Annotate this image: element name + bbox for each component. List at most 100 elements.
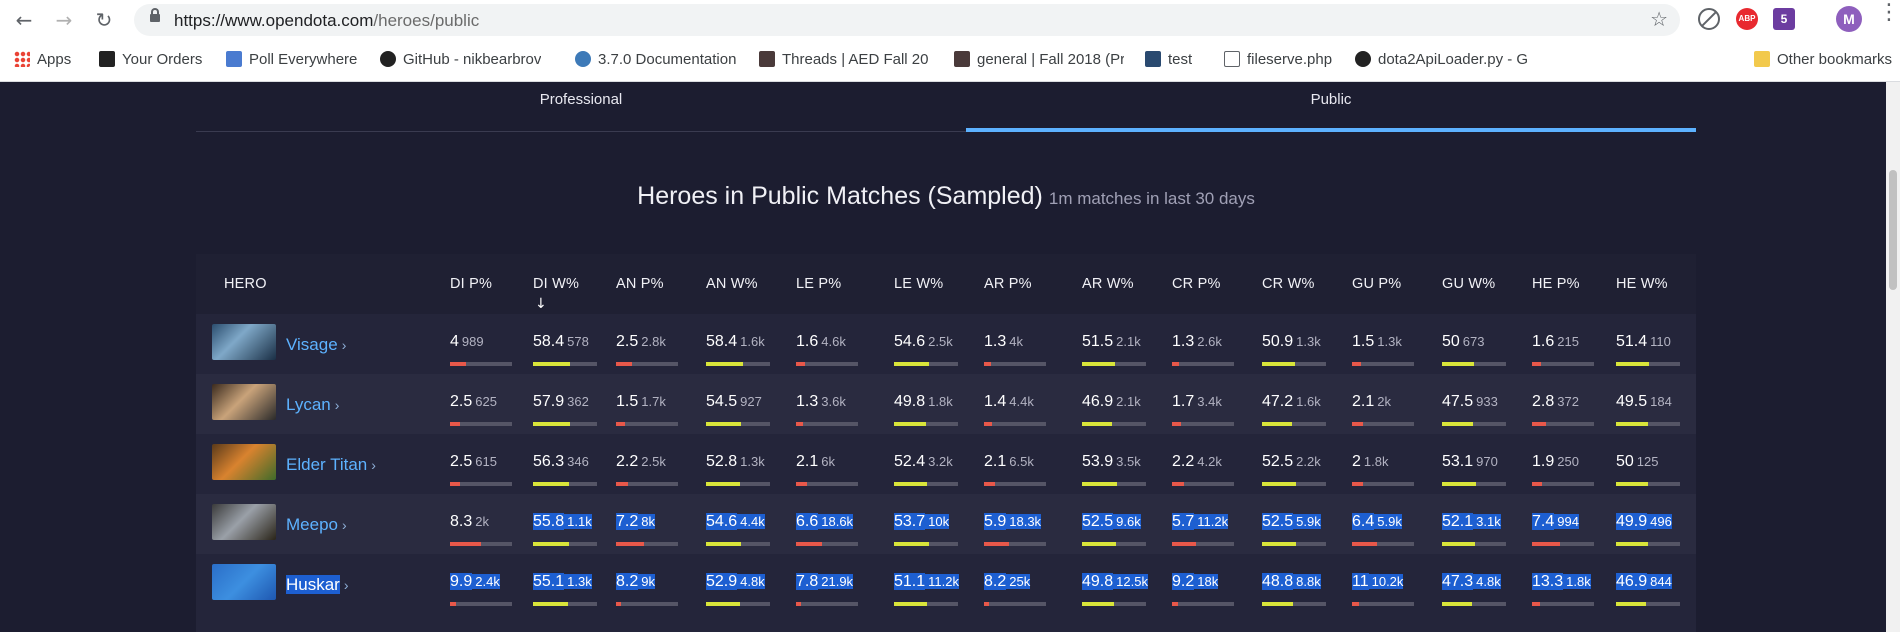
column-header[interactable]: GU P% — [1352, 276, 1401, 292]
column-header[interactable]: CR W% — [1262, 276, 1315, 292]
column-header[interactable]: DI W% — [533, 276, 579, 292]
tab-professional[interactable]: Professional — [196, 82, 966, 132]
column-header[interactable]: AR P% — [984, 276, 1032, 292]
column-header[interactable]: HE P% — [1532, 276, 1580, 292]
stat-value: 50.9 — [1262, 333, 1294, 350]
bookmark-item[interactable]: Other bookmarks — [1754, 51, 1892, 71]
bookmark-star-icon[interactable]: ☆ — [1650, 7, 1668, 31]
html5-icon[interactable]: 5 — [1773, 8, 1795, 30]
table-row[interactable]: Visage › 4 989 58.4 578 2.5 2.8k 58.4 1.6k 1.6 4.6k… — [196, 314, 1696, 374]
stat-value: 47.2 — [1262, 393, 1294, 410]
page-scrollbar[interactable] — [1886, 82, 1900, 632]
hero-portrait[interactable] — [212, 564, 276, 600]
hero-name-link[interactable]: Meepo › — [286, 515, 347, 535]
stat-bar — [1616, 362, 1680, 366]
back-arrow-icon[interactable]: ← — [10, 6, 38, 34]
adblock-plus-icon[interactable]: ABP — [1736, 8, 1758, 30]
hero-name-link[interactable]: Visage › — [286, 335, 346, 355]
stat-count: 8k — [638, 514, 655, 529]
url-text[interactable]: https://www.opendota.com/heroes/public — [174, 11, 479, 31]
stat-count: 578 — [567, 334, 589, 349]
scrollbar-thumb[interactable] — [1889, 170, 1897, 290]
stat-value: 1.7 — [1172, 393, 1195, 410]
column-header[interactable]: DI P% — [450, 276, 492, 292]
stat-value: 2.5 — [450, 393, 473, 410]
column-header[interactable]: CR P% — [1172, 276, 1221, 292]
hero-name-link[interactable]: Huskar › — [286, 575, 349, 595]
stat-value: 53.9 — [1082, 453, 1114, 470]
bookmark-item[interactable]: general | Fall 2018 (Pr — [954, 51, 1124, 71]
stat-bar — [1442, 422, 1506, 426]
table-row[interactable]: Lycan › 2.5 625 57.9 362 1.5 1.7k 54.5 927 1.3 3.6k… — [196, 374, 1696, 434]
browser-toolbar: ← → ↻ https://www.opendota.com/heroes/pu… — [0, 0, 1900, 40]
address-bar[interactable]: https://www.opendota.com/heroes/public ☆ — [134, 4, 1680, 36]
stat-cell: 52.8 1.3k — [706, 453, 765, 471]
stat-bar — [1352, 422, 1414, 426]
stat-cell: 47.5 933 — [1442, 393, 1498, 411]
stat-bar — [1262, 422, 1326, 426]
stat-bar — [1082, 602, 1146, 606]
table-row[interactable]: Huskar › 9.9 2.4k 55.1 1.3k 8.2 9k 52.9 4.8k 7.8 21… — [196, 554, 1696, 614]
stat-count: 673 — [1462, 334, 1485, 349]
hero-name-link[interactable]: Elder Titan › — [286, 455, 376, 475]
forward-arrow-icon[interactable]: → — [50, 6, 78, 34]
stat-count: 2.6k — [1197, 334, 1222, 349]
bookmark-item[interactable]: Threads | AED Fall 20 — [759, 51, 928, 71]
chevron-right-icon: › — [343, 577, 349, 593]
bookmark-item[interactable]: GitHub - nikbearbrov — [380, 51, 541, 71]
stat-cell: 58.4 578 — [533, 333, 589, 351]
stat-cell: 9.9 2.4k — [450, 573, 500, 591]
column-header[interactable]: HE W% — [1616, 276, 1668, 292]
bookmark-item[interactable]: 3.7.0 Documentation — [575, 51, 736, 71]
hero-name-link[interactable]: Lycan › — [286, 395, 339, 415]
stat-bar-fill — [1262, 602, 1293, 606]
stat-bar — [1532, 362, 1594, 366]
hero-portrait[interactable] — [212, 444, 276, 480]
table-row[interactable]: Meepo › 8.3 2k 55.8 1.1k 7.2 8k 54.6 4.4k 6.6 18.6k… — [196, 494, 1696, 554]
stat-count: 25k — [1006, 574, 1031, 589]
stat-value: 1.3 — [984, 333, 1007, 350]
stat-cell: 5.7 11.2k — [1172, 513, 1229, 531]
stat-value: 51.5 — [1082, 333, 1114, 350]
stat-value: 52.5 — [1262, 453, 1294, 470]
stat-value: 9.2 — [1172, 573, 1195, 590]
hero-portrait[interactable] — [212, 384, 276, 420]
bookmark-item[interactable]: Poll Everywhere — [226, 51, 357, 71]
bookmark-item[interactable]: Apps — [14, 51, 71, 71]
stat-value: 56.3 — [533, 453, 565, 470]
stat-value: 1.5 — [616, 393, 639, 410]
chevron-right-icon: › — [334, 397, 340, 413]
hero-name: Elder Titan — [286, 455, 368, 474]
bookmark-item[interactable]: fileserve.php — [1224, 51, 1332, 71]
column-header[interactable]: LE W% — [894, 276, 943, 292]
reload-icon[interactable]: ↻ — [90, 6, 118, 34]
stat-bar — [1352, 482, 1414, 486]
stat-count: 1.8k — [1363, 454, 1389, 469]
stat-bar-fill — [706, 542, 741, 546]
stat-bar-fill — [1442, 422, 1473, 426]
block-icon[interactable] — [1698, 8, 1720, 30]
table-row[interactable]: Elder Titan › 2.5 615 56.3 346 2.2 2.5k 52.8 1.3k… — [196, 434, 1696, 494]
hero-portrait[interactable] — [212, 504, 276, 540]
bookmark-item[interactable]: Your Orders — [99, 51, 202, 71]
column-header[interactable]: GU W% — [1442, 276, 1495, 292]
column-header[interactable]: HERO — [224, 276, 267, 292]
column-header[interactable]: AR W% — [1082, 276, 1134, 292]
stat-bar — [450, 422, 512, 426]
stat-bar-fill — [1082, 362, 1115, 366]
tab-public[interactable]: Public — [966, 82, 1696, 132]
column-header[interactable]: LE P% — [796, 276, 841, 292]
stat-value: 11 — [1352, 573, 1369, 590]
stat-bar-fill — [616, 602, 621, 606]
profile-avatar[interactable]: M — [1836, 6, 1862, 32]
hero-portrait[interactable] — [212, 324, 276, 360]
stat-bar-fill — [1532, 602, 1540, 606]
bookmark-item[interactable]: test — [1145, 51, 1192, 71]
stat-bar — [894, 422, 958, 426]
stat-count: 5.9k — [1293, 514, 1321, 529]
stat-bar — [450, 542, 512, 546]
bookmark-item[interactable]: dota2ApiLoader.py - G — [1355, 51, 1528, 71]
column-header[interactable]: AN W% — [706, 276, 758, 292]
column-header[interactable]: AN P% — [616, 276, 664, 292]
chrome-menu-icon[interactable]: ⋮ — [1878, 2, 1900, 24]
